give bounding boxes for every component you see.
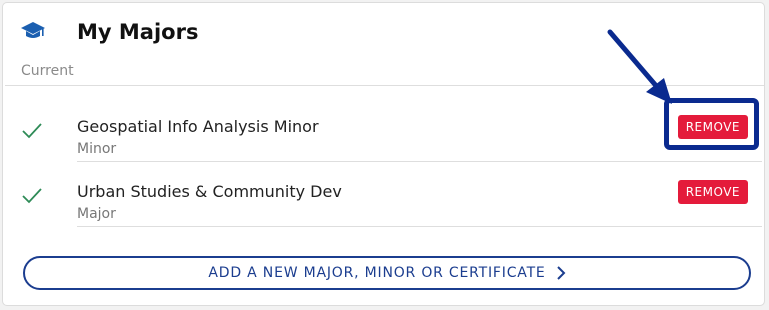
list-item: Urban Studies & Community Dev Major REMO… [3, 161, 762, 227]
item-name: Urban Studies & Community Dev [77, 182, 342, 201]
checkmark-icon [22, 123, 42, 139]
remove-button[interactable]: REMOVE [677, 180, 748, 204]
row-divider [77, 226, 762, 227]
item-name: Geospatial Info Analysis Minor [77, 117, 319, 136]
page-title: My Majors [77, 20, 199, 44]
item-type: Major [77, 206, 116, 222]
section-label-current: Current [21, 63, 74, 79]
chevron-right-icon [556, 266, 566, 280]
checkmark-icon [22, 188, 42, 204]
annotation-arrow-icon [607, 29, 672, 104]
add-major-minor-certificate-button[interactable]: ADD A NEW MAJOR, MINOR OR CERTIFICATE [23, 256, 751, 290]
add-button-label: ADD A NEW MAJOR, MINOR OR CERTIFICATE [208, 265, 546, 281]
item-type: Minor [77, 141, 117, 157]
graduation-cap-icon [21, 22, 45, 38]
